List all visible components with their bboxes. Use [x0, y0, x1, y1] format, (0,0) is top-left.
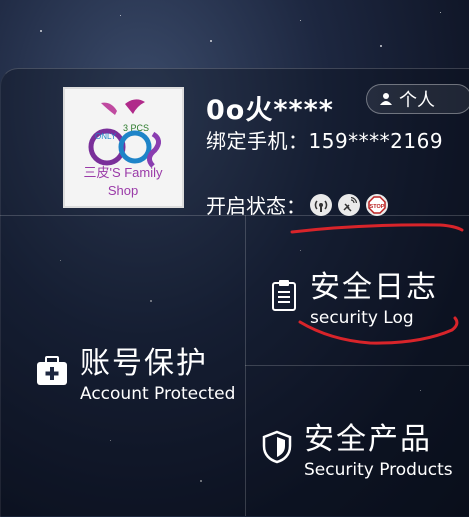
grid-divider-middle [245, 365, 469, 366]
svg-text:3 PCS: 3 PCS [123, 123, 149, 133]
grid-divider-top [0, 215, 469, 216]
phone-binding: 绑定手机：159****2169 [206, 128, 466, 155]
security-log-title: 安全日志 [310, 270, 438, 305]
medical-kit-icon [37, 356, 67, 385]
phone-label: 绑定手机： [206, 129, 309, 153]
personal-button-label: 个人 [399, 90, 435, 111]
shop-word-text: Shop [108, 183, 138, 198]
tile-security-products[interactable]: 安全产品 Security Products [262, 414, 453, 480]
stop-icon: STOP [366, 193, 388, 216]
tile-security-log[interactable]: 安全日志 security Log [272, 262, 438, 328]
person-icon [380, 93, 392, 105]
shop-name-text: 三皮'S Family [83, 165, 163, 180]
shield-icon [262, 430, 292, 464]
tile-account-protected[interactable]: 账号保护 Account Protected [36, 338, 235, 404]
phone-value: 159****2169 [308, 129, 444, 153]
security-products-subtitle: Security Products [304, 460, 453, 480]
shop-logo-icon: 3 PCS ONLY 三皮'S Family Shop [65, 89, 182, 206]
satellite-icon [338, 193, 360, 216]
svg-text:ONLY: ONLY [95, 132, 117, 141]
account-protected-title: 账号保护 [80, 346, 208, 381]
signal-icon [310, 193, 332, 216]
avatar[interactable]: 3 PCS ONLY 三皮'S Family Shop [63, 87, 184, 208]
svg-text:STOP: STOP [370, 204, 385, 210]
account-protected-subtitle: Account Protected [80, 384, 236, 404]
security-products-title: 安全产品 [304, 422, 432, 457]
security-log-subtitle: security Log [310, 308, 414, 328]
clipboard-icon [272, 280, 296, 311]
username: 0o火**** [206, 95, 334, 126]
personal-button[interactable]: 个人 [366, 84, 469, 114]
